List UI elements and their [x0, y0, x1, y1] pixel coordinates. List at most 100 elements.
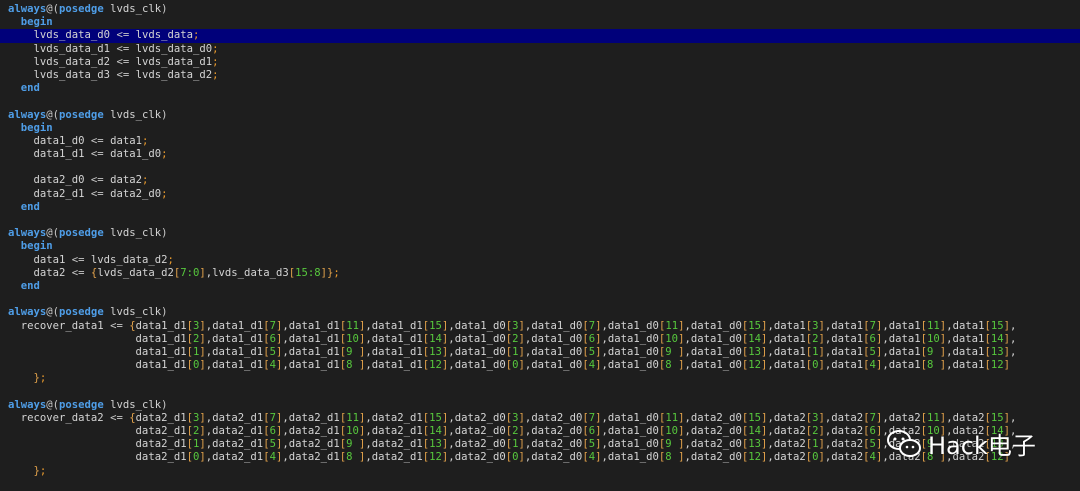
code-line[interactable]: [0, 293, 1080, 306]
keyword-token: begin: [8, 240, 53, 253]
code-line[interactable]: end: [0, 201, 1080, 214]
identifier-token: lvds_data_d3: [8, 68, 117, 81]
identifier-token: data1_d1: [8, 148, 91, 161]
number-token: 14: [748, 332, 762, 345]
code-line[interactable]: lvds_data_d1 <= lvds_data_d0;: [0, 43, 1080, 56]
identifier-token: data1: [773, 332, 806, 345]
identifier-token: data2_d1: [8, 425, 187, 437]
identifier-token: data1_d1: [212, 332, 264, 345]
identifier-token: data2: [831, 411, 864, 424]
code-line[interactable]: data2_d0 <= data2;: [0, 174, 1080, 187]
identifier-token: data1_d0: [607, 425, 659, 437]
number-token: 15: [748, 319, 762, 332]
identifier-token: lvds_clk: [103, 398, 162, 411]
keyword-token: end: [8, 82, 40, 95]
punctuation-token: ,: [1010, 411, 1017, 424]
identifier-token: lvds_data_d0: [8, 29, 117, 42]
punctuation-token: ,: [1009, 332, 1017, 345]
number-token: 11: [665, 319, 679, 332]
identifier-token: recover_data2: [8, 411, 111, 424]
identifier-token: data2_d1: [371, 411, 423, 424]
identifier-token: data1: [888, 345, 921, 358]
identifier-token: data1_d1: [371, 345, 423, 358]
identifier-token: data2_d1: [135, 411, 187, 424]
identifier-token: data1_d1: [212, 345, 264, 358]
code-line[interactable]: };: [0, 372, 1080, 385]
number-token: 10: [927, 332, 940, 345]
semicolon-token: ;: [212, 68, 219, 81]
operator-token: ): [161, 108, 168, 121]
code-line[interactable]: recover_data1 <= {data1_d1[3],data1_d1[7…: [0, 320, 1080, 333]
code-line[interactable]: end: [0, 82, 1080, 95]
code-line[interactable]: [0, 214, 1080, 227]
code-line[interactable]: always@(posedge lvds_clk): [0, 227, 1080, 240]
code-line[interactable]: [0, 161, 1080, 174]
identifier-token: data2_d0: [454, 438, 506, 451]
identifier-token: data2: [8, 266, 72, 279]
code-line[interactable]: };: [0, 465, 1080, 478]
keyword-token: always: [8, 108, 47, 121]
identifier-token: data2: [831, 425, 864, 437]
keyword-token: end: [8, 279, 40, 292]
identifier-token: data2_d1: [212, 425, 264, 437]
identifier-token: lvds_clk: [103, 306, 162, 319]
operator-token: <=: [90, 134, 104, 147]
code-line[interactable]: always@(posedge lvds_clk): [0, 3, 1080, 16]
identifier-token: data1_d1: [135, 319, 187, 332]
code-line[interactable]: begin: [0, 240, 1080, 253]
code-line[interactable]: begin: [0, 16, 1080, 29]
code-line[interactable]: recover_data2 <= {data2_d1[3],data2_d1[7…: [0, 412, 1080, 425]
number-token: 11: [346, 411, 359, 424]
identifier-token: data2_d1: [8, 187, 91, 200]
identifier-token: data2_d1: [371, 425, 423, 437]
identifier-token: data2_d0: [531, 411, 583, 424]
identifier-token: lvds_data_d3: [212, 266, 289, 279]
bracket-token: ]}: [320, 266, 334, 279]
code-line[interactable]: data1_d1[1],data1_d1[5],data1_d1[9 ],dat…: [0, 346, 1080, 359]
code-line[interactable]: data1_d1[2],data1_d1[6],data1_d1[10],dat…: [0, 333, 1080, 346]
code-line[interactable]: begin: [0, 122, 1080, 135]
number-token: 13: [990, 345, 1004, 358]
number-token: 15: [429, 411, 442, 424]
code-line[interactable]: [0, 95, 1080, 108]
code-line[interactable]: data1_d1[0],data1_d1[4],data1_d1[8 ],dat…: [0, 359, 1080, 372]
identifier-token: data2_d1: [8, 438, 187, 451]
code-line[interactable]: end: [0, 280, 1080, 293]
number-token: 10: [346, 425, 359, 437]
operator-token: <=: [110, 319, 123, 332]
watermark: Hack电子: [886, 426, 1036, 461]
identifier-token: lvds_clk: [103, 227, 162, 240]
code-line[interactable]: lvds_data_d3 <= lvds_data_d2;: [0, 69, 1080, 82]
keyword-token: always: [8, 398, 47, 411]
identifier-token: data2_d1: [8, 451, 187, 464]
number-token: 12: [429, 451, 442, 464]
code-line[interactable]: data2 <= {lvds_data_d2[7:0],lvds_data_d3…: [0, 267, 1080, 280]
semicolon-token: ;: [212, 55, 219, 68]
identifier-token: data1_d1: [371, 319, 423, 332]
identifier-token: data1_d0: [607, 411, 659, 424]
code-line[interactable]: always@(posedge lvds_clk): [0, 109, 1080, 122]
identifier-token: data1_d0: [103, 148, 162, 161]
keyword-token: always: [8, 306, 47, 319]
identifier-token: data2_d1: [212, 438, 264, 451]
identifier-token: data1_d0: [690, 319, 742, 332]
number-token: 15:8: [295, 266, 321, 279]
code-line-current[interactable]: lvds_data_d0 <= lvds_data;: [0, 29, 1080, 43]
code-line[interactable]: lvds_data_d2 <= lvds_data_d1;: [0, 56, 1080, 69]
identifier-token: data2_d0: [690, 425, 742, 437]
operator-token: <=: [110, 411, 123, 424]
code-line[interactable]: [0, 385, 1080, 398]
code-editor[interactable]: always@(posedge lvds_clk) begin lvds_dat…: [0, 3, 1080, 478]
code-line[interactable]: data1 <= lvds_data_d2;: [0, 254, 1080, 267]
code-line[interactable]: data1_d0 <= data1;: [0, 135, 1080, 148]
identifier-token: data1: [952, 359, 985, 372]
operator-token: <=: [71, 253, 85, 266]
code-line[interactable]: data1_d1 <= data1_d0;: [0, 148, 1080, 161]
code-line[interactable]: always@(posedge lvds_clk): [0, 399, 1080, 412]
code-line[interactable]: data2_d1 <= data2_d0;: [0, 188, 1080, 201]
operator-token: ): [161, 306, 168, 319]
semicolon-token: ;: [212, 42, 219, 55]
code-line[interactable]: always@(posedge lvds_clk): [0, 306, 1080, 319]
identifier-token: data1_d1: [288, 319, 340, 332]
keyword-token: always: [8, 227, 47, 240]
